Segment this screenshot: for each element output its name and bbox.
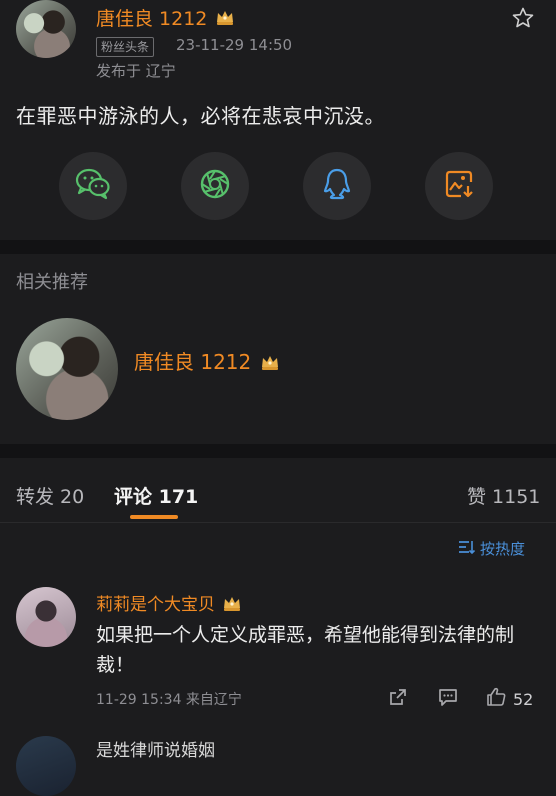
post-location: 发布于 辽宁	[96, 62, 176, 80]
section-divider	[0, 240, 556, 254]
sort-button[interactable]: 按热度	[458, 538, 525, 559]
comment-author[interactable]: 莉莉是个大宝贝	[96, 595, 215, 615]
comment-meta: 11-29 15:34 来自辽宁	[96, 692, 242, 708]
section-divider	[0, 444, 556, 458]
tab-bar-divider	[0, 522, 556, 523]
comment-text: 如果把一个人定义成罪恶，希望他能得到法律的制裁！	[96, 624, 515, 676]
share-moments-button[interactable]	[181, 152, 249, 220]
post-timestamp: 23-11-29 14:50	[176, 36, 293, 54]
post-content: 在罪恶中游泳的人，必将在悲哀中沉没。	[16, 104, 385, 128]
author-name-row[interactable]: 唐佳良 1212	[96, 4, 235, 31]
crown-icon	[215, 8, 235, 31]
tab-comments-indicator	[130, 515, 178, 519]
share-wechat-button[interactable]	[59, 152, 127, 220]
commenter-avatar[interactable]	[16, 587, 76, 647]
save-image-icon	[443, 168, 475, 204]
save-image-button[interactable]	[425, 152, 493, 220]
commenter-avatar[interactable]	[16, 736, 76, 796]
comment-like-count: 52	[513, 689, 534, 709]
related-user-avatar[interactable]	[16, 318, 118, 420]
tab-likes[interactable]: 赞 1151	[467, 482, 540, 509]
fan-headline-badge: 粉丝头条	[96, 37, 155, 57]
tab-repost[interactable]: 转发 20	[16, 482, 84, 509]
related-title: 相关推荐	[16, 272, 88, 293]
wechat-icon	[74, 167, 112, 205]
qq-icon	[322, 167, 352, 205]
comment-author-row[interactable]: 莉莉是个大宝贝	[96, 590, 242, 617]
related-user-name[interactable]: 唐佳良 1212	[134, 350, 251, 374]
author-name[interactable]: 唐佳良 1212	[96, 8, 207, 30]
comment-reply-icon[interactable]	[437, 687, 459, 711]
thumbs-up-icon	[485, 686, 507, 712]
moments-icon	[198, 167, 232, 205]
crown-icon	[260, 352, 280, 376]
sort-label: 按热度	[480, 540, 526, 558]
related-user-name-row[interactable]: 唐佳良 1212	[134, 346, 280, 376]
sort-icon	[458, 539, 476, 559]
comment-share-icon[interactable]	[388, 687, 408, 711]
star-icon[interactable]	[511, 6, 535, 34]
comment-like-button[interactable]: 52	[485, 686, 533, 712]
comment-text: 是姓律师说婚姻	[96, 741, 215, 761]
share-qq-button[interactable]	[303, 152, 371, 220]
author-avatar[interactable]	[16, 0, 76, 58]
crown-icon	[222, 594, 242, 617]
tab-comments[interactable]: 评论 171	[114, 482, 198, 509]
